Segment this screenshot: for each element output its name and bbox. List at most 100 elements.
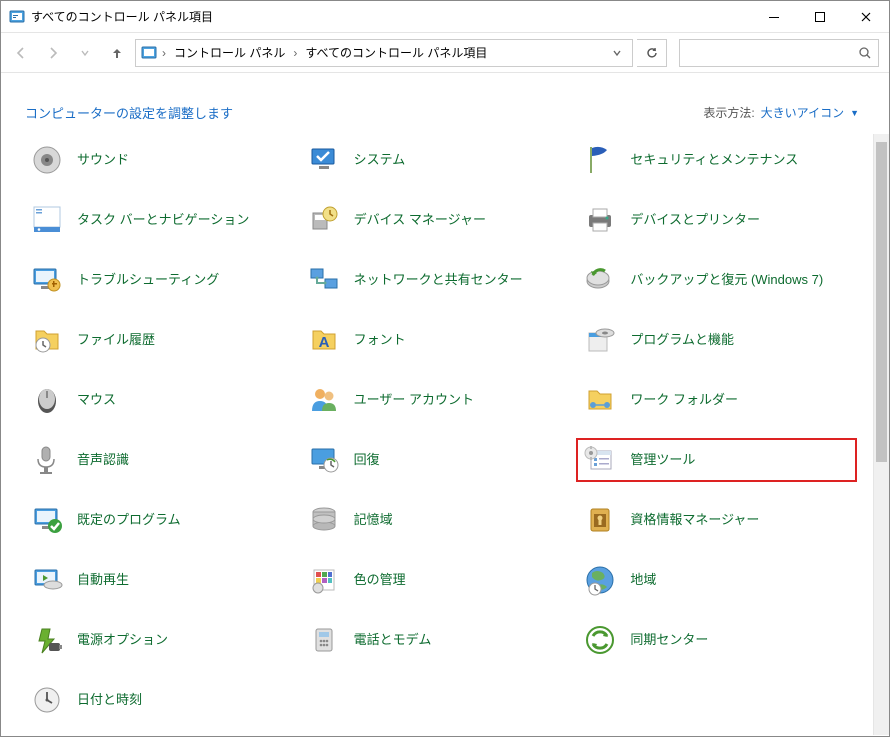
item-label: 日付と時刻	[77, 692, 142, 708]
control-panel-item[interactable]: ユーザー アカウント	[302, 380, 579, 420]
control-panel-item[interactable]: 色の管理	[302, 560, 579, 600]
item-label: 音声認識	[77, 452, 129, 468]
control-panel-item[interactable]: 管理ツール	[578, 440, 855, 480]
item-label: デバイスとプリンター	[630, 212, 760, 228]
control-panel-item[interactable]: ワーク フォルダー	[578, 380, 855, 420]
troubleshoot-icon	[29, 262, 65, 298]
up-button[interactable]	[103, 39, 131, 67]
maximize-button[interactable]	[797, 1, 843, 33]
credential-icon	[582, 502, 618, 538]
control-panel-item[interactable]: 同期センター	[578, 620, 855, 660]
page-heading: コンピューターの設定を調整します	[25, 103, 233, 122]
control-panel-item[interactable]: 電話とモデム	[302, 620, 579, 660]
control-panel-item[interactable]: 地域	[578, 560, 855, 600]
address-bar[interactable]: › コントロール パネル › すべてのコントロール パネル項目	[135, 39, 633, 67]
phone-icon	[306, 622, 342, 658]
window-title: すべてのコントロール パネル項目	[31, 8, 213, 25]
control-panel-item[interactable]: デバイスとプリンター	[578, 200, 855, 240]
item-label: デバイス マネージャー	[354, 212, 486, 228]
control-panel-item[interactable]: サウンド	[25, 140, 302, 180]
item-label: ユーザー アカウント	[354, 392, 474, 408]
item-label: 記憶域	[354, 512, 393, 528]
mouse-icon	[29, 382, 65, 418]
forward-button[interactable]	[39, 39, 67, 67]
control-panel-item[interactable]: タスク バーとナビゲーション	[25, 200, 302, 240]
admintools-icon	[582, 442, 618, 478]
item-label: ファイル履歴	[77, 332, 155, 348]
control-panel-item[interactable]: 資格情報マネージャー	[578, 500, 855, 540]
view-mode-label: 表示方法:	[703, 104, 754, 121]
nav-bar: › コントロール パネル › すべてのコントロール パネル項目	[1, 33, 889, 73]
control-panel-item[interactable]: 既定のプログラム	[25, 500, 302, 540]
network-icon	[306, 262, 342, 298]
search-input[interactable]	[679, 39, 879, 67]
item-label: 電源オプション	[77, 632, 168, 648]
item-label: マウス	[77, 392, 116, 408]
item-label: プログラムと機能	[630, 332, 734, 348]
flag-icon	[582, 142, 618, 178]
device-icon	[306, 202, 342, 238]
control-panel-icon	[9, 9, 25, 25]
item-label: 資格情報マネージャー	[630, 512, 759, 528]
control-panel-item[interactable]: ファイル履歴	[25, 320, 302, 360]
address-drop-button[interactable]	[606, 48, 628, 58]
control-panel-item[interactable]: セキュリティとメンテナンス	[578, 140, 855, 180]
control-panel-item[interactable]: 記憶域	[302, 500, 579, 540]
chevron-down-icon: ▼	[850, 108, 859, 118]
region-icon	[582, 562, 618, 598]
breadcrumb-separator: ›	[291, 46, 299, 60]
item-label: トラブルシューティング	[77, 272, 219, 288]
control-panel-item[interactable]: プログラムと機能	[578, 320, 855, 360]
breadcrumb-separator: ›	[160, 46, 168, 60]
autoplay-icon	[29, 562, 65, 598]
item-label: フォント	[354, 332, 406, 348]
control-panel-item[interactable]: 電源オプション	[25, 620, 302, 660]
item-label: ワーク フォルダー	[630, 392, 738, 408]
fonts-icon: A	[306, 322, 342, 358]
item-label: 地域	[630, 572, 656, 588]
control-panel-item[interactable]: トラブルシューティング	[25, 260, 302, 300]
control-panel-item[interactable]: システム	[302, 140, 579, 180]
control-panel-item[interactable]: バックアップと復元 (Windows 7)	[578, 260, 855, 300]
title-bar: すべてのコントロール パネル項目	[1, 1, 889, 33]
storage-icon	[306, 502, 342, 538]
content-header: コンピューターの設定を調整します 表示方法: 大きいアイコン ▼	[1, 73, 889, 134]
control-panel-item[interactable]: デバイス マネージャー	[302, 200, 579, 240]
mic-icon	[29, 442, 65, 478]
control-panel-icon	[140, 44, 158, 62]
item-label: 管理ツール	[630, 452, 695, 468]
breadcrumb-1[interactable]: コントロール パネル	[170, 44, 289, 61]
recent-locations-button[interactable]	[71, 39, 99, 67]
item-label: バックアップと復元 (Windows 7)	[630, 272, 823, 288]
control-panel-item[interactable]: マウス	[25, 380, 302, 420]
item-label: 自動再生	[77, 572, 129, 588]
control-panel-item[interactable]: 自動再生	[25, 560, 302, 600]
programs-icon	[582, 322, 618, 358]
close-button[interactable]	[843, 1, 889, 33]
breadcrumb-2[interactable]: すべてのコントロール パネル項目	[301, 44, 491, 61]
color-icon	[306, 562, 342, 598]
item-label: 既定のプログラム	[77, 512, 181, 528]
control-panel-item[interactable]: A フォント	[302, 320, 579, 360]
back-button[interactable]	[7, 39, 35, 67]
item-label: サウンド	[77, 152, 129, 168]
control-panel-item[interactable]: ネットワークと共有センター	[302, 260, 579, 300]
view-mode-selector[interactable]: 表示方法: 大きいアイコン ▼	[703, 104, 859, 121]
recovery-icon	[306, 442, 342, 478]
backup-icon	[582, 262, 618, 298]
scrollbar-thumb[interactable]	[876, 142, 887, 462]
item-label: タスク バーとナビゲーション	[77, 212, 249, 228]
sync-icon	[582, 622, 618, 658]
content-scroll-area: サウンド システムセキュリティとメンテナンスタスク バーとナビゲーション デバイス …	[1, 134, 889, 735]
speaker-icon	[29, 142, 65, 178]
control-panel-item[interactable]: 音声認識	[25, 440, 302, 480]
control-panel-item[interactable]: 日付と時刻	[25, 680, 302, 720]
minimize-button[interactable]	[751, 1, 797, 33]
refresh-button[interactable]	[637, 39, 667, 67]
item-label: 色の管理	[354, 572, 406, 588]
datetime-icon	[29, 682, 65, 718]
vertical-scrollbar[interactable]	[873, 134, 889, 735]
search-icon	[858, 46, 872, 60]
power-icon	[29, 622, 65, 658]
control-panel-item[interactable]: 回復	[302, 440, 579, 480]
